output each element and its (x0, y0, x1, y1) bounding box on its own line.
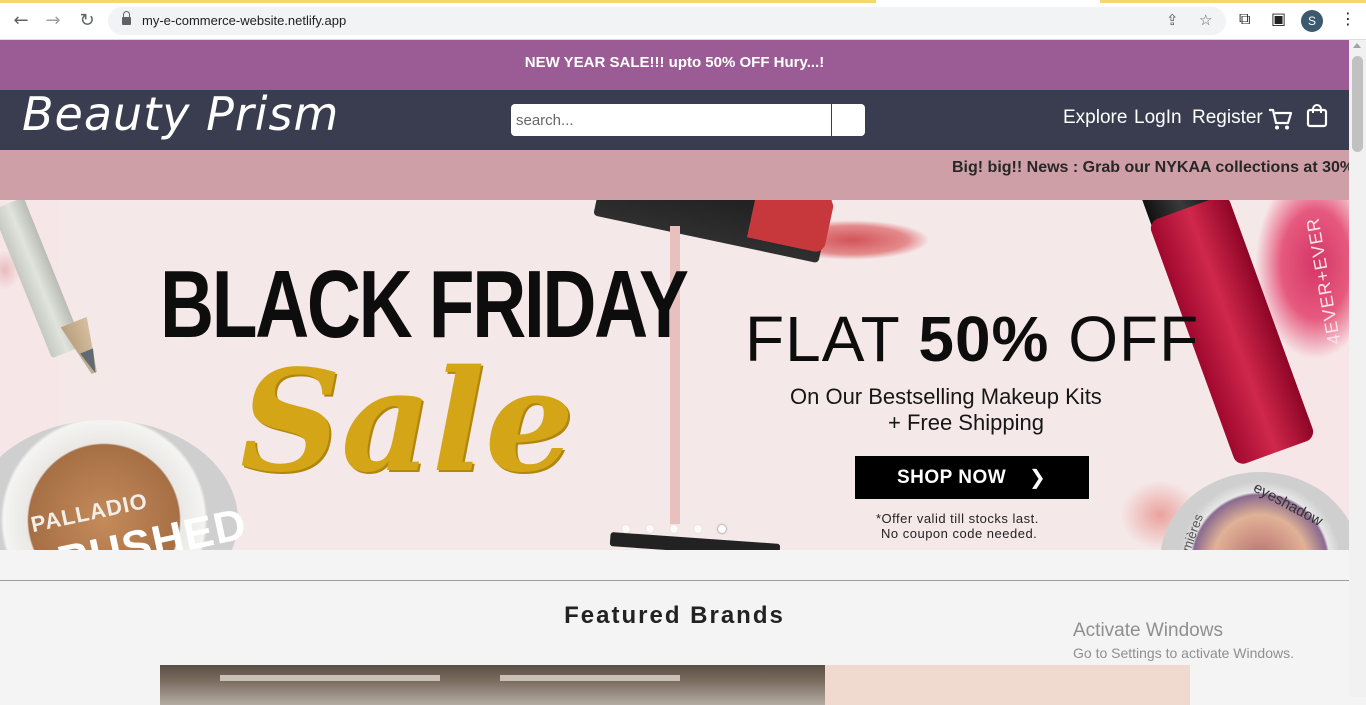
shopping-bag-icon[interactable] (1305, 102, 1329, 130)
carousel-dot[interactable] (646, 525, 654, 533)
extensions-icon[interactable]: ⧉ (1239, 9, 1250, 29)
nav-explore[interactable]: Explore (1063, 107, 1127, 129)
scroll-thumb[interactable] (1352, 56, 1363, 152)
nav-login[interactable]: LogIn (1134, 107, 1182, 129)
site-logo[interactable]: Beauty Prism (22, 87, 339, 141)
back-icon[interactable]: ← (10, 10, 32, 32)
offer-percent: 50% (918, 303, 1050, 375)
scroll-up-arrow-icon[interactable] (1353, 43, 1361, 48)
brand-photo-image (160, 665, 825, 705)
banner-script-text: Sale (240, 340, 575, 504)
offer-suffix: OFF (1049, 303, 1200, 375)
hero-carousel[interactable]: PALLADIO CRUSHED PALLADIO 4EVER+EVER eye… (0, 200, 1349, 550)
section-divider (0, 580, 1349, 581)
shop-now-label: SHOP NOW (897, 467, 1007, 488)
nav-register[interactable]: Register (1192, 107, 1263, 129)
banner-subtitle-shipping: + Free Shipping (888, 410, 1044, 435)
windows-activation-subtitle: Go to Settings to activate Windows. (1073, 645, 1294, 661)
banner-offer-headline: FLAT 50% OFF (745, 302, 1199, 376)
search-input[interactable] (511, 104, 831, 136)
sale-announcement-bar: NEW YEAR SALE!!! upto 50% OFF Hury...! (0, 40, 1349, 90)
tab-strip-accent (0, 0, 876, 3)
share-icon[interactable]: ⇪ (1166, 11, 1179, 29)
carousel-dot-active[interactable] (718, 525, 726, 533)
sale-announcement-text: NEW YEAR SALE!!! upto 50% OFF Hury...! (524, 54, 825, 71)
offer-terms-coupon: No coupon code needed. (881, 526, 1038, 541)
chevron-right-icon: ❯ (1029, 465, 1047, 489)
reload-icon[interactable]: ↻ (76, 10, 98, 32)
page-scrollbar[interactable] (1349, 40, 1366, 697)
carousel-dot[interactable] (622, 525, 630, 533)
windows-activation-title: Activate Windows (1073, 620, 1223, 641)
browser-toolbar: ← → ↻ my-e-commerce-website.netlify.app … (0, 0, 1366, 40)
profile-avatar[interactable]: S (1301, 10, 1323, 32)
tab-strip-accent (1100, 0, 1366, 3)
star-icon[interactable]: ☆ (1199, 11, 1212, 29)
cart-icon[interactable] (1267, 104, 1293, 132)
forward-icon[interactable]: → (42, 10, 64, 32)
address-bar[interactable]: my-e-commerce-website.netlify.app ⇪ ☆ (108, 7, 1226, 35)
search-button[interactable] (832, 104, 865, 136)
ceiling-light (500, 675, 680, 681)
site-header: Beauty Prism Explore LogIn Register (0, 87, 1349, 150)
news-marquee-text: Big! big!! News : Grab our NYKAA collect… (952, 159, 1349, 176)
url-text[interactable]: my-e-commerce-website.netlify.app (142, 13, 346, 28)
offer-terms: *Offer valid till stocks last. (876, 511, 1039, 526)
ceiling-light (220, 675, 440, 681)
more-icon[interactable]: ⋮ (1340, 9, 1356, 28)
banner-subtitle: On Our Bestselling Makeup Kits (790, 384, 1102, 409)
shop-now-button[interactable]: SHOP NOW ❯ (855, 456, 1089, 499)
sidebar-icon[interactable]: ▣ (1271, 9, 1286, 28)
offer-prefix: FLAT (745, 303, 919, 375)
news-marquee: Big! big!! News : Grab our NYKAA collect… (0, 150, 1349, 200)
carousel-dot[interactable] (670, 525, 678, 533)
brand-card[interactable] (160, 665, 1190, 705)
carousel-dot[interactable] (694, 525, 702, 533)
lock-icon[interactable] (122, 11, 131, 25)
